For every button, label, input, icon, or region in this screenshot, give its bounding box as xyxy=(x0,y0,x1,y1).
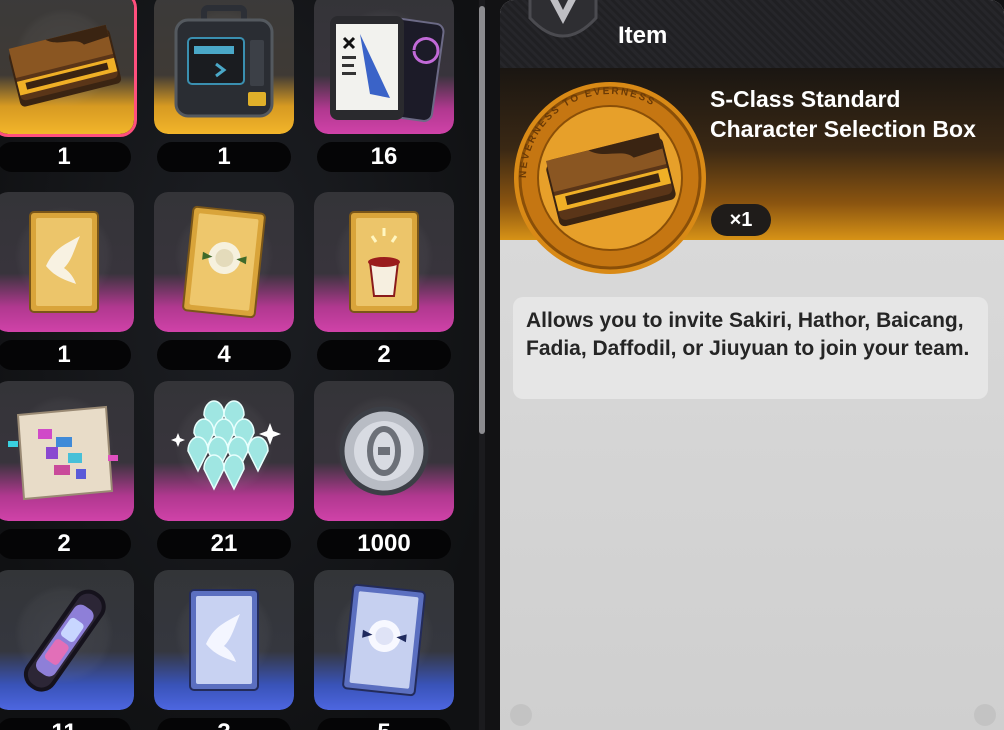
item-card[interactable] xyxy=(314,570,454,710)
gold-rose-card-icon xyxy=(182,205,266,319)
selection-box-icon xyxy=(8,24,122,107)
item-card[interactable] xyxy=(0,192,134,332)
item-count: 1000 xyxy=(317,529,451,559)
item-card[interactable] xyxy=(0,570,134,710)
item-count: 5 xyxy=(317,718,451,730)
emblem-shield-icon xyxy=(528,0,598,38)
tube-capsule-icon xyxy=(23,589,106,692)
item-count: 3 xyxy=(157,718,291,730)
glitch-scroll-icon xyxy=(8,405,118,501)
scrollbar-thumb[interactable] xyxy=(479,6,485,434)
item-count: 21 xyxy=(157,529,291,559)
silver-rose-card-icon xyxy=(342,583,426,697)
item-medallion-icon: NEVERNESS TO EVERNESS xyxy=(514,82,706,274)
item-card[interactable] xyxy=(314,381,454,521)
header-title: Item xyxy=(618,22,668,49)
metal-crate-icon xyxy=(174,5,274,118)
crystal-scales-icon xyxy=(171,400,281,491)
blueprint-tablet-icon xyxy=(330,16,445,122)
item-count: 16 xyxy=(317,142,451,172)
pixel-coin-icon xyxy=(339,406,429,496)
item-count: 1 xyxy=(0,142,131,172)
item-count: 2 xyxy=(0,529,131,559)
quantity-badge: ×1 xyxy=(711,204,771,236)
item-card[interactable] xyxy=(314,192,454,332)
gold-dove-card-icon xyxy=(29,211,99,313)
item-card[interactable] xyxy=(154,570,294,710)
item-description: Allows you to invite Sakiri, Hathor, Bai… xyxy=(526,309,970,360)
corner-dot-left xyxy=(510,704,532,726)
item-card[interactable] xyxy=(154,0,294,134)
detail-header: Item xyxy=(500,0,1004,69)
item-count: 4 xyxy=(157,340,291,370)
item-count: 1 xyxy=(157,142,291,172)
item-card[interactable] xyxy=(154,381,294,521)
description-box: Allows you to invite Sakiri, Hathor, Bai… xyxy=(513,297,988,399)
item-card[interactable] xyxy=(0,381,134,521)
corner-dot-right xyxy=(974,704,996,726)
item-count: 2 xyxy=(317,340,451,370)
item-count: 1 xyxy=(0,340,131,370)
item-count: 11 xyxy=(0,718,131,730)
inventory-grid: 1 1 16 1 4 2 2 21 1000 xyxy=(0,0,478,730)
item-detail-panel: Item NEVERNESS TO EVERNESS S-Class Stand… xyxy=(500,0,1004,730)
silver-dove-card-icon xyxy=(189,589,259,691)
item-card[interactable] xyxy=(0,0,134,134)
item-card[interactable] xyxy=(154,192,294,332)
item-card[interactable] xyxy=(314,0,454,134)
item-name: S-Class Standard Character Selection Box xyxy=(710,86,976,142)
gold-magic-hat-card-icon xyxy=(349,211,419,313)
